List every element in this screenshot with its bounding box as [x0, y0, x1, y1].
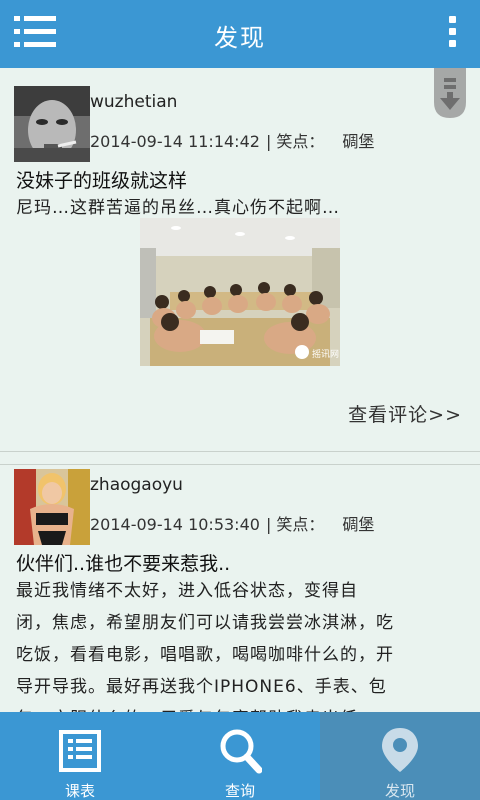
avatar[interactable] — [14, 469, 90, 545]
search-icon — [218, 726, 263, 774]
post-body-line: 导开导我。最好再送我个IPHONE6、手表、包 — [16, 677, 387, 697]
post-meta: 2014-09-14 10:53:40 | 笑点： 碉堡 — [90, 511, 374, 535]
post-photo[interactable]: 摇讯网 — [140, 218, 340, 366]
feed-post[interactable]: wuzhetian 2014-09-14 11:14:42 | 笑点： 碉堡 没妹子… — [0, 68, 480, 452]
bottom-tab-bar: 课表 查询 发现 — [0, 712, 480, 800]
username[interactable]: wuzhetian — [90, 92, 177, 112]
joke-label: | 笑点： — [265, 515, 325, 534]
post-meta: 2014-09-14 11:14:42 | 笑点： 碉堡 — [90, 128, 374, 152]
avatar[interactable] — [14, 86, 90, 162]
location-pin-icon — [378, 726, 422, 774]
tab-label: 查询 — [224, 782, 255, 800]
page-title: 发现 — [214, 24, 266, 52]
timetable-icon — [58, 726, 102, 774]
view-comments-link[interactable]: 查看评论>> — [348, 400, 462, 427]
username[interactable]: zhaogaoyu — [90, 475, 183, 495]
post-timestamp: 2014-09-14 10:53:40 — [90, 515, 260, 534]
post-timestamp: 2014-09-14 11:14:42 — [90, 132, 260, 151]
joke-value: 碉堡 — [342, 515, 375, 534]
joke-value: 碉堡 — [342, 132, 375, 151]
feed-post[interactable]: zhaogaoyu 2014-09-14 10:53:40 | 笑点： 碉堡 伙伴们… — [0, 464, 480, 712]
post-body: 最近我情绪不太好，进入低谷状态，变得自 闭，焦虑，希望朋友们可以请我尝尝冰淇淋，… — [16, 575, 466, 712]
scroll-handle[interactable] — [434, 68, 466, 118]
tab-label: 课表 — [64, 782, 95, 800]
post-title: 没妹子的班级就这样 — [16, 170, 188, 192]
post-title: 伙伴们..谁也不要来惹我.. — [16, 553, 231, 575]
tab-search[interactable]: 查询 — [160, 712, 320, 800]
feed-list[interactable]: wuzhetian 2014-09-14 11:14:42 | 笑点： 碉堡 没妹子… — [0, 68, 480, 712]
top-bar: 发现 — [0, 0, 480, 68]
post-body-line: 包、衣服什么的，用爱与包容帮助我走出低 — [16, 703, 466, 712]
tab-discover[interactable]: 发现 — [320, 712, 480, 800]
photo-watermark: 摇讯网 — [312, 348, 339, 360]
post-body-line: 最近我情绪不太好，进入低谷状态，变得自 — [16, 581, 358, 601]
more-options-icon[interactable] — [448, 16, 458, 48]
joke-label: | 笑点： — [265, 132, 325, 151]
tab-timetable[interactable]: 课表 — [0, 712, 160, 800]
tab-label: 发现 — [384, 782, 415, 800]
post-body-line: 闭，焦虑，希望朋友们可以请我尝尝冰淇淋，吃 — [16, 613, 394, 633]
post-body-line: 吃饭，看看电影，唱唱歌，喝喝咖啡什么的，开 — [16, 645, 394, 665]
